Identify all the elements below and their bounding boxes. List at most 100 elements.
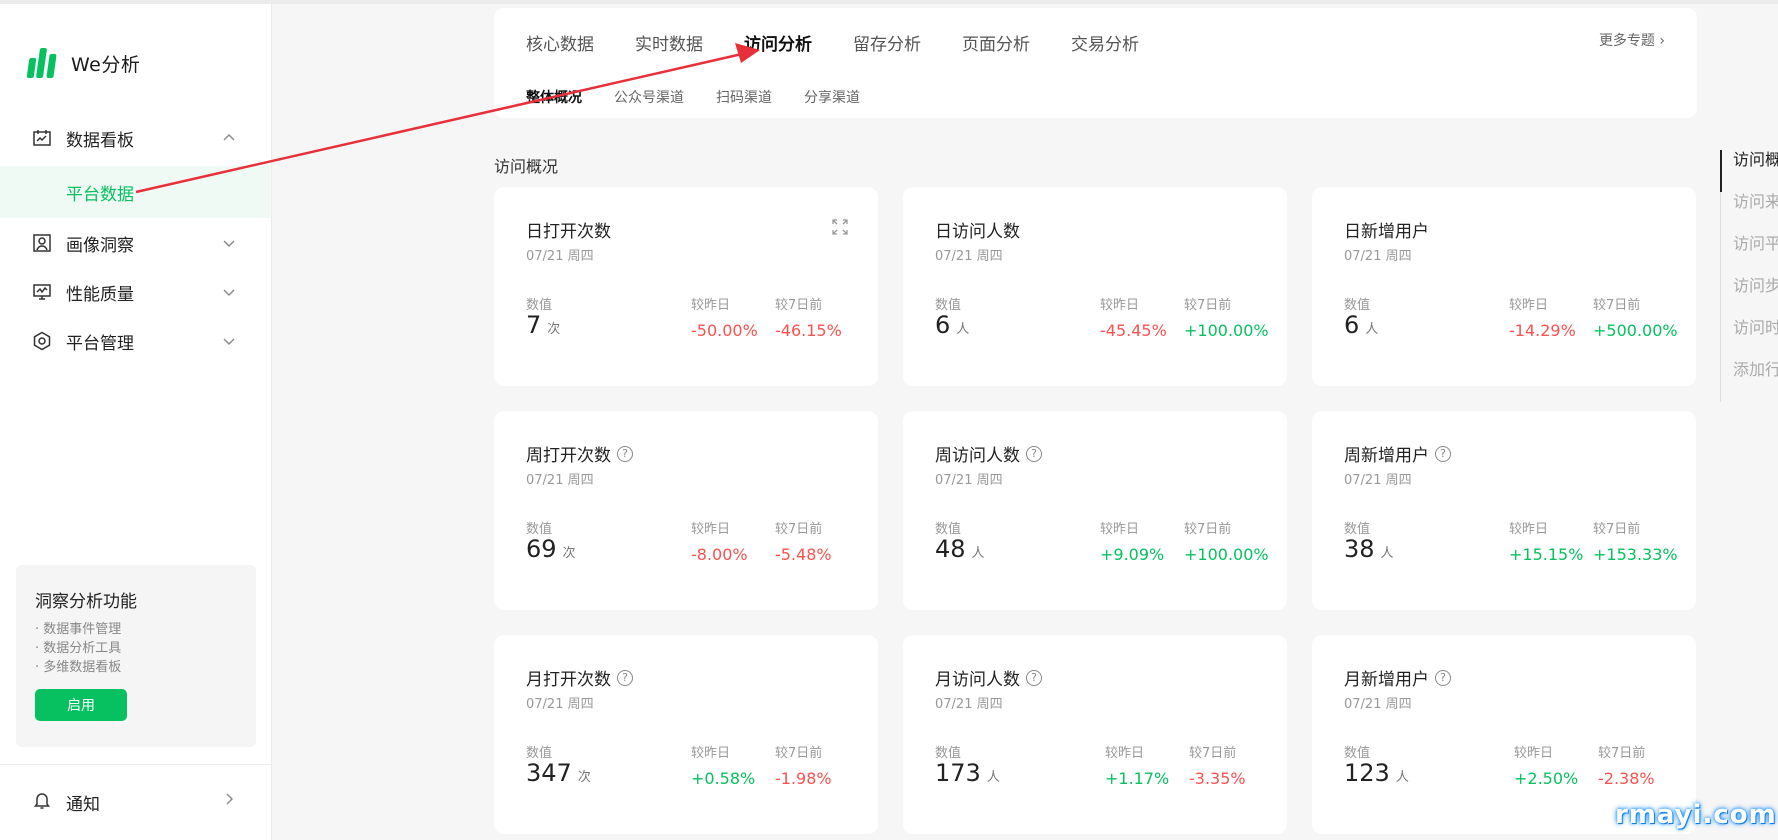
subtab-share[interactable]: 分享渠道	[804, 87, 860, 107]
chevron-down-icon	[223, 240, 235, 247]
metric-title-text: 日打开次数	[526, 222, 611, 242]
vs-7days-value: +100.00%	[1184, 545, 1269, 564]
chevron-down-icon	[223, 338, 235, 345]
app-title: We分析	[71, 53, 141, 76]
sidebar-item-performance[interactable]: 性能质量	[0, 268, 271, 316]
sidebar-item-platform-management[interactable]: 平台管理	[0, 317, 271, 365]
metric-value: 6人	[1344, 311, 1378, 339]
metric-value-number: 6	[1344, 311, 1360, 339]
metric-value: 7次	[526, 311, 560, 339]
anchor-item[interactable]: 访问平	[1721, 234, 1778, 276]
metric-title-text: 日访问人数	[935, 222, 1020, 242]
expand-icon[interactable]	[832, 219, 848, 235]
metric-card: 月访问人数? 07/21 周四 数值 较昨日 较7日前 173 人 +1.17% -3.35%	[903, 635, 1287, 834]
insight-feature-item: 多维数据看板	[35, 658, 121, 677]
metric-date: 07/21 周四	[935, 473, 1003, 488]
metric-value-unit: 人	[1380, 546, 1394, 561]
sidebar-item-portrait[interactable]: 画像洞察	[0, 219, 271, 267]
app-logo[interactable]: We分析	[26, 48, 141, 78]
metric-value: 123 人	[1344, 759, 1409, 787]
vs-yesterday-label: 较昨日	[691, 746, 731, 761]
metric-value: 173 人	[935, 759, 1000, 787]
anchor-item[interactable]: 访问步	[1721, 276, 1778, 318]
enable-button[interactable]: 启用	[35, 689, 127, 721]
metric-title-text: 周访问人数	[935, 446, 1020, 466]
subtab-overall[interactable]: 整体概况	[526, 87, 582, 107]
notifications-label: 通知	[66, 795, 100, 815]
help-icon[interactable]: ?	[1026, 445, 1042, 462]
metric-date: 07/21 周四	[1344, 473, 1412, 488]
metric-value-number: 38	[1344, 535, 1375, 563]
help-icon[interactable]: ?	[1435, 669, 1451, 686]
sidebar-divider	[0, 764, 271, 765]
vs-yesterday-value: +15.15%	[1509, 545, 1584, 564]
help-icon[interactable]: ?	[617, 445, 633, 462]
vs-7days-value: -1.98%	[775, 769, 832, 788]
vs-yesterday-value: +2.50%	[1514, 769, 1579, 788]
dashboard-icon	[33, 130, 51, 146]
metric-date: 07/21 周四	[526, 697, 594, 712]
vs-7days-value: +100.00%	[1184, 321, 1269, 340]
tab-retention-analysis[interactable]: 留存分析	[853, 30, 921, 55]
sidebar-item-dashboard[interactable]: 数据看板	[0, 114, 271, 162]
sidebar-subitem-platform-data[interactable]: 平台数据	[0, 166, 271, 218]
help-icon[interactable]: ?	[1026, 669, 1042, 686]
metric-value-unit: 次	[547, 322, 561, 337]
tab-core-data[interactable]: 核心数据	[526, 30, 594, 55]
metric-date: 07/21 周四	[935, 249, 1003, 264]
metric-title: 月访问人数?	[935, 665, 1042, 690]
sidebar-subitem-label: 平台数据	[66, 184, 134, 205]
anchor-item[interactable]: 访问来	[1721, 192, 1778, 234]
tab-transaction-analysis[interactable]: 交易分析	[1071, 30, 1139, 55]
vs-7days-value: +500.00%	[1593, 321, 1678, 340]
metric-value: 6人	[935, 311, 969, 339]
metric-value-unit: 人	[971, 546, 985, 561]
sidebar-item-notifications[interactable]: 通知	[0, 776, 271, 824]
vs-7days-value: -46.15%	[775, 321, 842, 340]
metric-value-unit: 次	[562, 546, 576, 561]
vs-yesterday-label: 较昨日	[691, 522, 731, 537]
metric-card: 日打开次数 07/21 周四 数值 较昨日 较7日前 7 次 -50.00% -46.15%	[494, 187, 878, 386]
metric-title: 周访问人数?	[935, 441, 1042, 466]
metric-title: 周新增用户?	[1344, 441, 1451, 466]
monitor-icon	[33, 284, 51, 300]
subtab-qr-scan[interactable]: 扫码渠道	[716, 87, 772, 107]
vs-7days-label: 较7日前	[1184, 298, 1232, 313]
vs-yesterday-label: 较昨日	[1105, 746, 1145, 761]
help-icon[interactable]: ?	[1435, 445, 1451, 462]
metric-value-number: 48	[935, 535, 966, 563]
help-icon[interactable]: ?	[617, 669, 633, 686]
bell-icon	[34, 793, 50, 809]
metric-title: 月新增用户?	[1344, 665, 1451, 690]
vs-7days-label: 较7日前	[1598, 746, 1646, 761]
section-title: 访问概况	[494, 157, 559, 176]
metric-card: 日访问人数 07/21 周四 数值 较昨日 较7日前 6 人 -45.45% +100.00%	[903, 187, 1287, 386]
metric-value-unit: 人	[986, 770, 1000, 785]
anchor-item[interactable]: 访问时	[1721, 318, 1778, 360]
more-topics-link[interactable]: 更多专题 ›	[1599, 30, 1665, 50]
anchor-item[interactable]: 添加行	[1721, 360, 1778, 402]
metric-date: 07/21 周四	[1344, 697, 1412, 712]
portrait-icon	[33, 234, 51, 252]
vs-7days-label: 较7日前	[775, 522, 823, 537]
chevron-right-icon: ›	[1659, 33, 1665, 49]
metric-value-number: 6	[935, 311, 951, 339]
metric-card: 周访问人数? 07/21 周四 数值 较昨日 较7日前 48 人 +9.09% +100.00%	[903, 411, 1287, 610]
subtab-official-account[interactable]: 公众号渠道	[614, 87, 684, 107]
anchor-item[interactable]: 访问概	[1720, 150, 1778, 192]
insight-feature-item: 数据分析工具	[35, 639, 121, 658]
chevron-up-icon	[223, 134, 235, 141]
section-anchor-nav: 访问概 访问来 访问平 访问步 访问时 添加行	[1720, 150, 1778, 402]
tab-visit-analysis[interactable]: 访问分析	[744, 30, 812, 55]
metric-value-number: 173	[935, 759, 981, 787]
metric-value: 347 次	[526, 759, 591, 787]
tab-realtime-data[interactable]: 实时数据	[635, 30, 703, 55]
vs-yesterday-value: -45.45%	[1100, 321, 1167, 340]
metric-value: 69 次	[526, 535, 576, 563]
watermark: rmayi.com	[1615, 800, 1777, 830]
metric-title: 月打开次数?	[526, 665, 633, 690]
tab-page-analysis[interactable]: 页面分析	[962, 30, 1030, 55]
metric-card: 日新增用户 07/21 周四 数值 较昨日 较7日前 6 人 -14.29% +500.00%	[1312, 187, 1696, 386]
metric-value-number: 123	[1344, 759, 1390, 787]
sidebar-item-label: 平台管理	[66, 333, 134, 354]
